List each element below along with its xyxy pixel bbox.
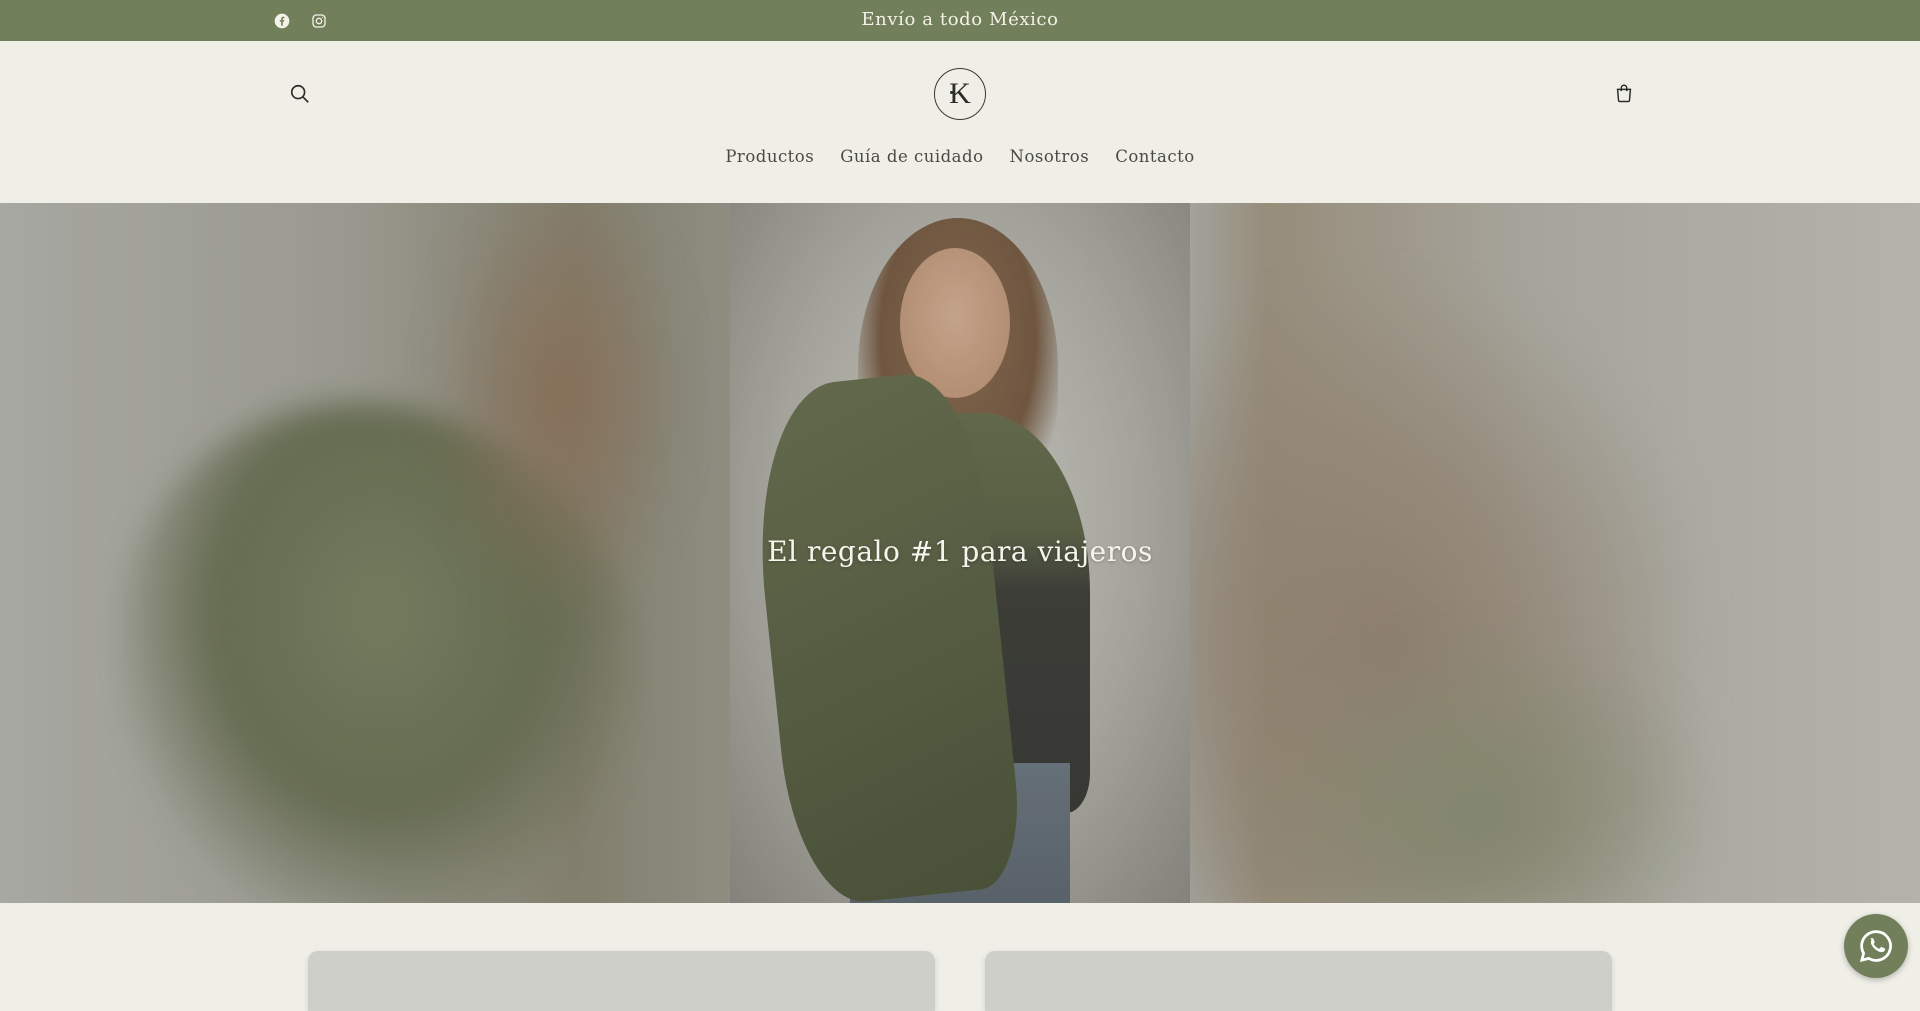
site-header: K Productos Guía de cuidado Nosotros Con…: [0, 41, 1920, 203]
main-nav: Productos Guía de cuidado Nosotros Conta…: [0, 147, 1920, 177]
product-card[interactable]: [308, 951, 935, 1011]
nav-item-productos[interactable]: Productos: [725, 147, 814, 177]
whatsapp-button[interactable]: [1844, 914, 1908, 978]
search-icon: [290, 84, 309, 103]
nav-item-nosotros[interactable]: Nosotros: [1010, 147, 1090, 177]
whatsapp-icon: [1859, 930, 1892, 963]
hero-headline: El regalo #1 para viajeros: [767, 535, 1153, 568]
cart-icon: [1616, 84, 1632, 103]
announcement-message: Envío a todo México: [861, 9, 1059, 30]
hero-banner: El regalo #1 para viajeros: [0, 203, 1920, 903]
cart-button[interactable]: [1609, 78, 1639, 108]
product-card[interactable]: [985, 951, 1612, 1011]
search-button[interactable]: [286, 80, 314, 108]
logo-dot: [950, 91, 953, 94]
brand-logo[interactable]: K: [934, 68, 986, 120]
announcement-bar: Envío a todo México: [0, 0, 1920, 41]
nav-item-guia-de-cuidado[interactable]: Guía de cuidado: [840, 147, 983, 177]
logo-letter: K: [949, 77, 971, 110]
nav-item-contacto[interactable]: Contacto: [1115, 147, 1194, 177]
